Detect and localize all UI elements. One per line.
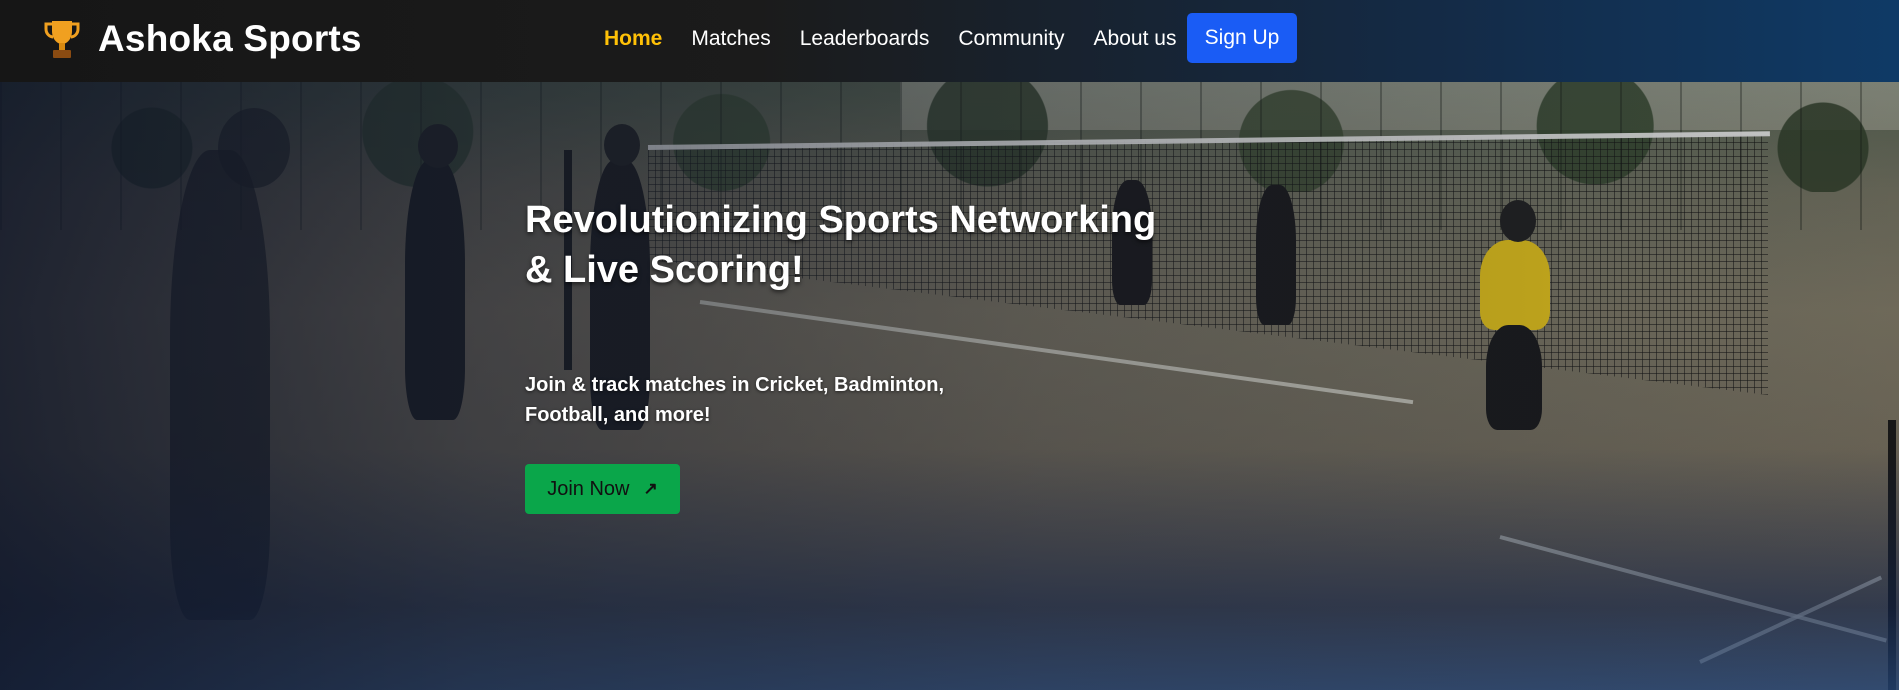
join-now-button[interactable]: Join Now ↗: [525, 464, 680, 514]
brand-name: Ashoka Sports: [98, 18, 362, 59]
sign-up-button[interactable]: Sign Up: [1187, 13, 1297, 63]
page: Ashoka Sports Home Matches Leaderboards …: [0, 0, 1899, 690]
hero-subtitle-line-1: Join & track matches in Cricket, Badmint…: [525, 374, 944, 396]
arrow-up-right-icon: ↗: [643, 479, 658, 498]
navbar: Ashoka Sports Home Matches Leaderboards …: [0, 0, 1899, 82]
brand-link[interactable]: Ashoka Sports: [44, 18, 362, 60]
nav-item-about-us[interactable]: About us: [1094, 27, 1177, 51]
hero-title-line-2: & Live Scoring!: [525, 249, 804, 291]
nav-item-community[interactable]: Community: [958, 27, 1064, 51]
hero-subtitle: Join & track matches in Cricket, Badmint…: [525, 370, 965, 430]
trophy-icon: [44, 19, 80, 59]
join-now-label: Join Now: [547, 477, 630, 500]
nav-links: Home Matches Leaderboards Community Abou…: [604, 0, 1205, 78]
nav-item-matches[interactable]: Matches: [691, 27, 770, 51]
hero-title: Revolutionizing Sports Networking & Live…: [525, 195, 1205, 295]
nav-item-leaderboards[interactable]: Leaderboards: [800, 27, 930, 51]
hero-subtitle-line-2: Football, and more!: [525, 404, 711, 426]
nav-item-home[interactable]: Home: [604, 27, 662, 51]
hero-overlay: [0, 0, 1899, 690]
hero-title-line-1: Revolutionizing Sports Networking: [525, 199, 1157, 241]
